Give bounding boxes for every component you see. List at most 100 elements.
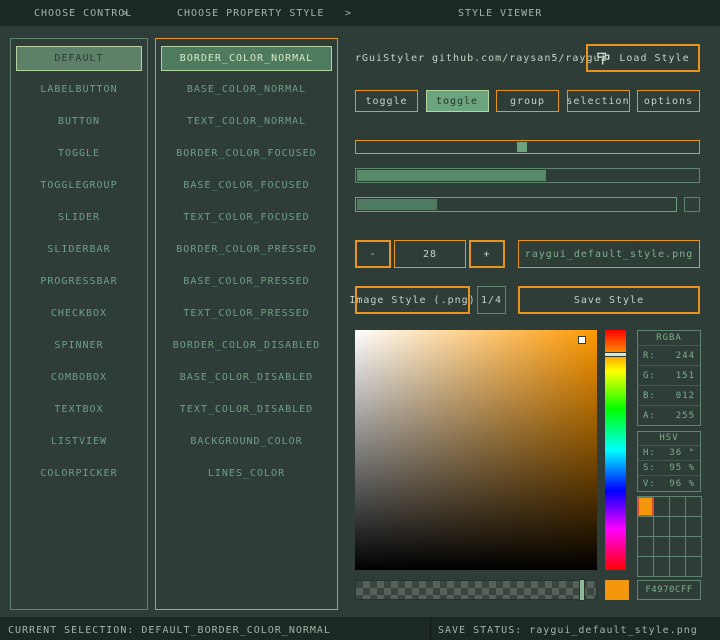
- control-item[interactable]: DEFAULT: [16, 46, 142, 71]
- color-picker-gradient[interactable]: [355, 330, 597, 570]
- hue-bar-handle[interactable]: [604, 352, 627, 357]
- rgba-blue-label: B:: [643, 391, 656, 401]
- toggle-item[interactable]: group: [496, 90, 559, 112]
- spinner-value-box[interactable]: 28: [394, 240, 466, 268]
- control-item[interactable]: SPINNER: [16, 334, 142, 359]
- property-item[interactable]: TEXT_COLOR_FOCUSED: [161, 206, 332, 231]
- palette-cell[interactable]: [670, 557, 686, 577]
- control-item[interactable]: COLORPICKER: [16, 462, 142, 487]
- rgba-row-blue: B: 012: [638, 386, 700, 406]
- breadcrumb-style-viewer: STYLE VIEWER: [458, 8, 542, 19]
- spinner-minus-button[interactable]: -: [355, 240, 391, 268]
- palette-cell[interactable]: [654, 517, 670, 537]
- rgba-alpha-label: A:: [643, 411, 656, 421]
- breadcrumb-arrow-icon: >: [122, 8, 129, 19]
- properties-list-panel[interactable]: BORDER_COLOR_NORMAL BASE_COLOR_NORMAL TE…: [155, 38, 338, 610]
- rgba-blue-value: 012: [676, 391, 695, 401]
- palette-cell[interactable]: [670, 497, 686, 517]
- rguistyler-window: CHOOSE CONTROL > CHOOSE PROPERTY STYLE >…: [0, 0, 720, 640]
- property-item[interactable]: BORDER_COLOR_PRESSED: [161, 238, 332, 263]
- property-item[interactable]: TEXT_COLOR_PRESSED: [161, 302, 332, 327]
- toggle-item-active[interactable]: toggle: [426, 90, 489, 112]
- property-item[interactable]: BORDER_COLOR_FOCUSED: [161, 142, 332, 167]
- palette-cell-current[interactable]: [638, 497, 654, 517]
- rgba-row-red: R: 244: [638, 346, 700, 366]
- bottom-status-bar: CURRENT SELECTION: DEFAULT_BORDER_COLOR_…: [0, 617, 720, 640]
- property-item[interactable]: TEXT_COLOR_DISABLED: [161, 398, 332, 423]
- rgba-row-green: G: 151: [638, 366, 700, 386]
- toggle-item[interactable]: selection: [567, 90, 630, 112]
- palette-cell[interactable]: [654, 537, 670, 557]
- slider[interactable]: [355, 140, 700, 154]
- property-item[interactable]: TEXT_COLOR_NORMAL: [161, 110, 332, 135]
- property-item[interactable]: BASE_COLOR_NORMAL: [161, 78, 332, 103]
- palette-grid: [637, 496, 702, 577]
- control-item[interactable]: SLIDER: [16, 206, 142, 231]
- property-item[interactable]: BORDER_COLOR_DISABLED: [161, 334, 332, 359]
- palette-cell[interactable]: [638, 557, 654, 577]
- slider-handle[interactable]: [517, 142, 527, 152]
- spinner-plus-button[interactable]: +: [469, 240, 505, 268]
- property-item[interactable]: BASE_COLOR_DISABLED: [161, 366, 332, 391]
- top-status-bar: CHOOSE CONTROL > CHOOSE PROPERTY STYLE >…: [0, 0, 720, 26]
- rgba-row-alpha: A: 255: [638, 406, 700, 426]
- property-item[interactable]: BACKGROUND_COLOR: [161, 430, 332, 455]
- rgba-green-value: 151: [676, 371, 695, 381]
- alpha-bar-handle[interactable]: [579, 579, 585, 601]
- progress-checkbox[interactable]: [684, 197, 700, 212]
- current-selection-status: CURRENT SELECTION: DEFAULT_BORDER_COLOR_…: [8, 625, 331, 636]
- property-item[interactable]: BASE_COLOR_FOCUSED: [161, 174, 332, 199]
- palette-cell[interactable]: [686, 517, 702, 537]
- toggle-item[interactable]: options: [637, 90, 700, 112]
- palette-cell[interactable]: [686, 537, 702, 557]
- hsv-hue-value: 36 °: [669, 448, 695, 458]
- palette-cell[interactable]: [654, 497, 670, 517]
- hsv-row-hue: H: 36 °: [638, 446, 700, 461]
- progress-bar-fill: [357, 199, 437, 210]
- breadcrumb-choose-control: CHOOSE CONTROL: [34, 8, 132, 19]
- palette-cell[interactable]: [670, 537, 686, 557]
- save-status: SAVE STATUS: raygui_default_style.png: [438, 625, 698, 636]
- filename-textbox[interactable]: raygui_default_style.png: [518, 240, 700, 268]
- palette-cell[interactable]: [670, 517, 686, 537]
- progress-bar: [355, 197, 677, 212]
- palette-cell[interactable]: [638, 517, 654, 537]
- hsv-sat-value: 95 %: [669, 463, 695, 473]
- property-item[interactable]: BORDER_COLOR_NORMAL: [161, 46, 332, 71]
- controls-list-panel[interactable]: DEFAULT LABELBUTTON BUTTON TOGGLE TOGGLE…: [10, 38, 148, 610]
- control-item[interactable]: COMBOBOX: [16, 366, 142, 391]
- control-item[interactable]: CHECKBOX: [16, 302, 142, 327]
- rgba-red-label: R:: [643, 351, 656, 361]
- image-style-button[interactable]: Image Style (.png): [355, 286, 470, 314]
- hex-value-box[interactable]: F4970CFF: [637, 580, 701, 600]
- rgba-title: RGBA: [638, 331, 700, 346]
- hue-bar[interactable]: [605, 330, 626, 570]
- control-item[interactable]: TEXTBOX: [16, 398, 142, 423]
- property-item[interactable]: BASE_COLOR_PRESSED: [161, 270, 332, 295]
- hsv-sat-label: S:: [643, 463, 656, 473]
- hsv-val-value: 96 %: [669, 479, 695, 489]
- slider-bar[interactable]: [355, 168, 700, 183]
- repo-link[interactable]: github.com/raysan5/raygui: [432, 53, 608, 65]
- control-item[interactable]: BUTTON: [16, 110, 142, 135]
- palette-cell[interactable]: [638, 537, 654, 557]
- load-style-button[interactable]: Load Style: [586, 44, 700, 72]
- control-item[interactable]: SLIDERBAR: [16, 238, 142, 263]
- toggle-item[interactable]: toggle: [355, 90, 418, 112]
- palette-cell[interactable]: [654, 557, 670, 577]
- control-item[interactable]: LISTVIEW: [16, 430, 142, 455]
- alpha-bar[interactable]: [355, 580, 597, 600]
- control-item[interactable]: TOGGLEGROUP: [16, 174, 142, 199]
- save-style-button[interactable]: Save Style: [518, 286, 700, 314]
- control-item[interactable]: PROGRESSBAR: [16, 270, 142, 295]
- rgba-green-label: G:: [643, 371, 656, 381]
- palette-cell[interactable]: [686, 557, 702, 577]
- color-picker-cursor[interactable]: [578, 336, 586, 344]
- palette-cell[interactable]: [686, 497, 702, 517]
- control-item[interactable]: LABELBUTTON: [16, 78, 142, 103]
- page-indicator-box[interactable]: 1/4: [477, 286, 506, 314]
- rgba-red-value: 244: [676, 351, 695, 361]
- property-item[interactable]: LINES_COLOR: [161, 462, 332, 487]
- control-item[interactable]: TOGGLE: [16, 142, 142, 167]
- slider-bar-fill: [357, 170, 546, 181]
